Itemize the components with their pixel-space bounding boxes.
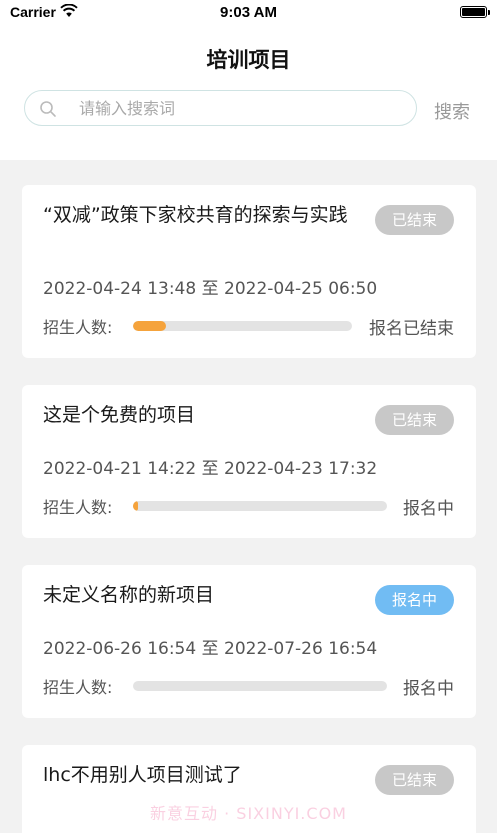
search-input[interactable] xyxy=(79,94,399,122)
enroll-progress-bar xyxy=(133,501,387,511)
enroll-label: 招生人数: xyxy=(43,318,113,337)
enroll-status: 报名中 xyxy=(403,679,454,699)
status-badge: 已结束 xyxy=(375,205,454,235)
project-title: 未定义名称的新项目 xyxy=(43,584,215,606)
search-box[interactable] xyxy=(24,90,417,126)
enroll-progress-fill xyxy=(133,321,166,331)
enroll-row: 招生人数: 报名中 xyxy=(43,674,454,699)
enroll-progress-bar xyxy=(133,321,352,331)
search-icon xyxy=(40,101,56,117)
project-dates: 2022-04-24 13:48 至 2022-04-25 06:50 xyxy=(43,279,378,299)
project-card[interactable]: “双减”政策下家校共育的探索与实践 已结束 2022-04-24 13:48 至… xyxy=(22,185,476,358)
enroll-label: 招生人数: xyxy=(43,498,113,517)
project-dates: 2022-04-21 14:22 至 2022-04-23 17:32 xyxy=(43,459,378,479)
status-bar: Carrier 9:03 AM xyxy=(0,0,497,26)
status-badge: 已结束 xyxy=(375,765,454,795)
project-title: lhc不用别人项目测试了 xyxy=(43,764,242,786)
search-button[interactable]: 搜索 xyxy=(434,98,470,124)
enroll-progress-fill xyxy=(133,501,139,511)
project-card[interactable]: 未定义名称的新项目 报名中 2022-06-26 16:54 至 2022-07… xyxy=(22,565,476,718)
enroll-status: 报名中 xyxy=(403,499,454,519)
enroll-label: 招生人数: xyxy=(43,678,113,697)
status-badge: 报名中 xyxy=(375,585,454,615)
enroll-status: 报名已结束 xyxy=(369,319,454,339)
header: 培训项目 搜索 xyxy=(0,26,497,160)
screen: Carrier 9:03 AM 培训项目 搜索 “双减”政策下家校共育的探索与实… xyxy=(0,0,497,833)
project-card[interactable]: 这是个免费的项目 已结束 2022-04-21 14:22 至 2022-04-… xyxy=(22,385,476,538)
status-badge: 已结束 xyxy=(375,405,454,435)
clock: 9:03 AM xyxy=(220,4,277,21)
page-title: 培训项目 xyxy=(206,48,291,72)
project-dates: 2022-06-26 16:54 至 2022-07-26 16:54 xyxy=(43,639,378,659)
enroll-row: 招生人数: 报名中 xyxy=(43,494,454,519)
enroll-row: 招生人数: 报名已结束 xyxy=(43,314,454,339)
battery-icon xyxy=(460,6,490,18)
project-title: 这是个免费的项目 xyxy=(43,404,196,426)
enroll-progress-bar xyxy=(133,681,387,691)
watermark: 新意互动 · SIXINYI.COM xyxy=(150,804,347,823)
project-title: “双减”政策下家校共育的探索与实践 xyxy=(43,204,348,226)
